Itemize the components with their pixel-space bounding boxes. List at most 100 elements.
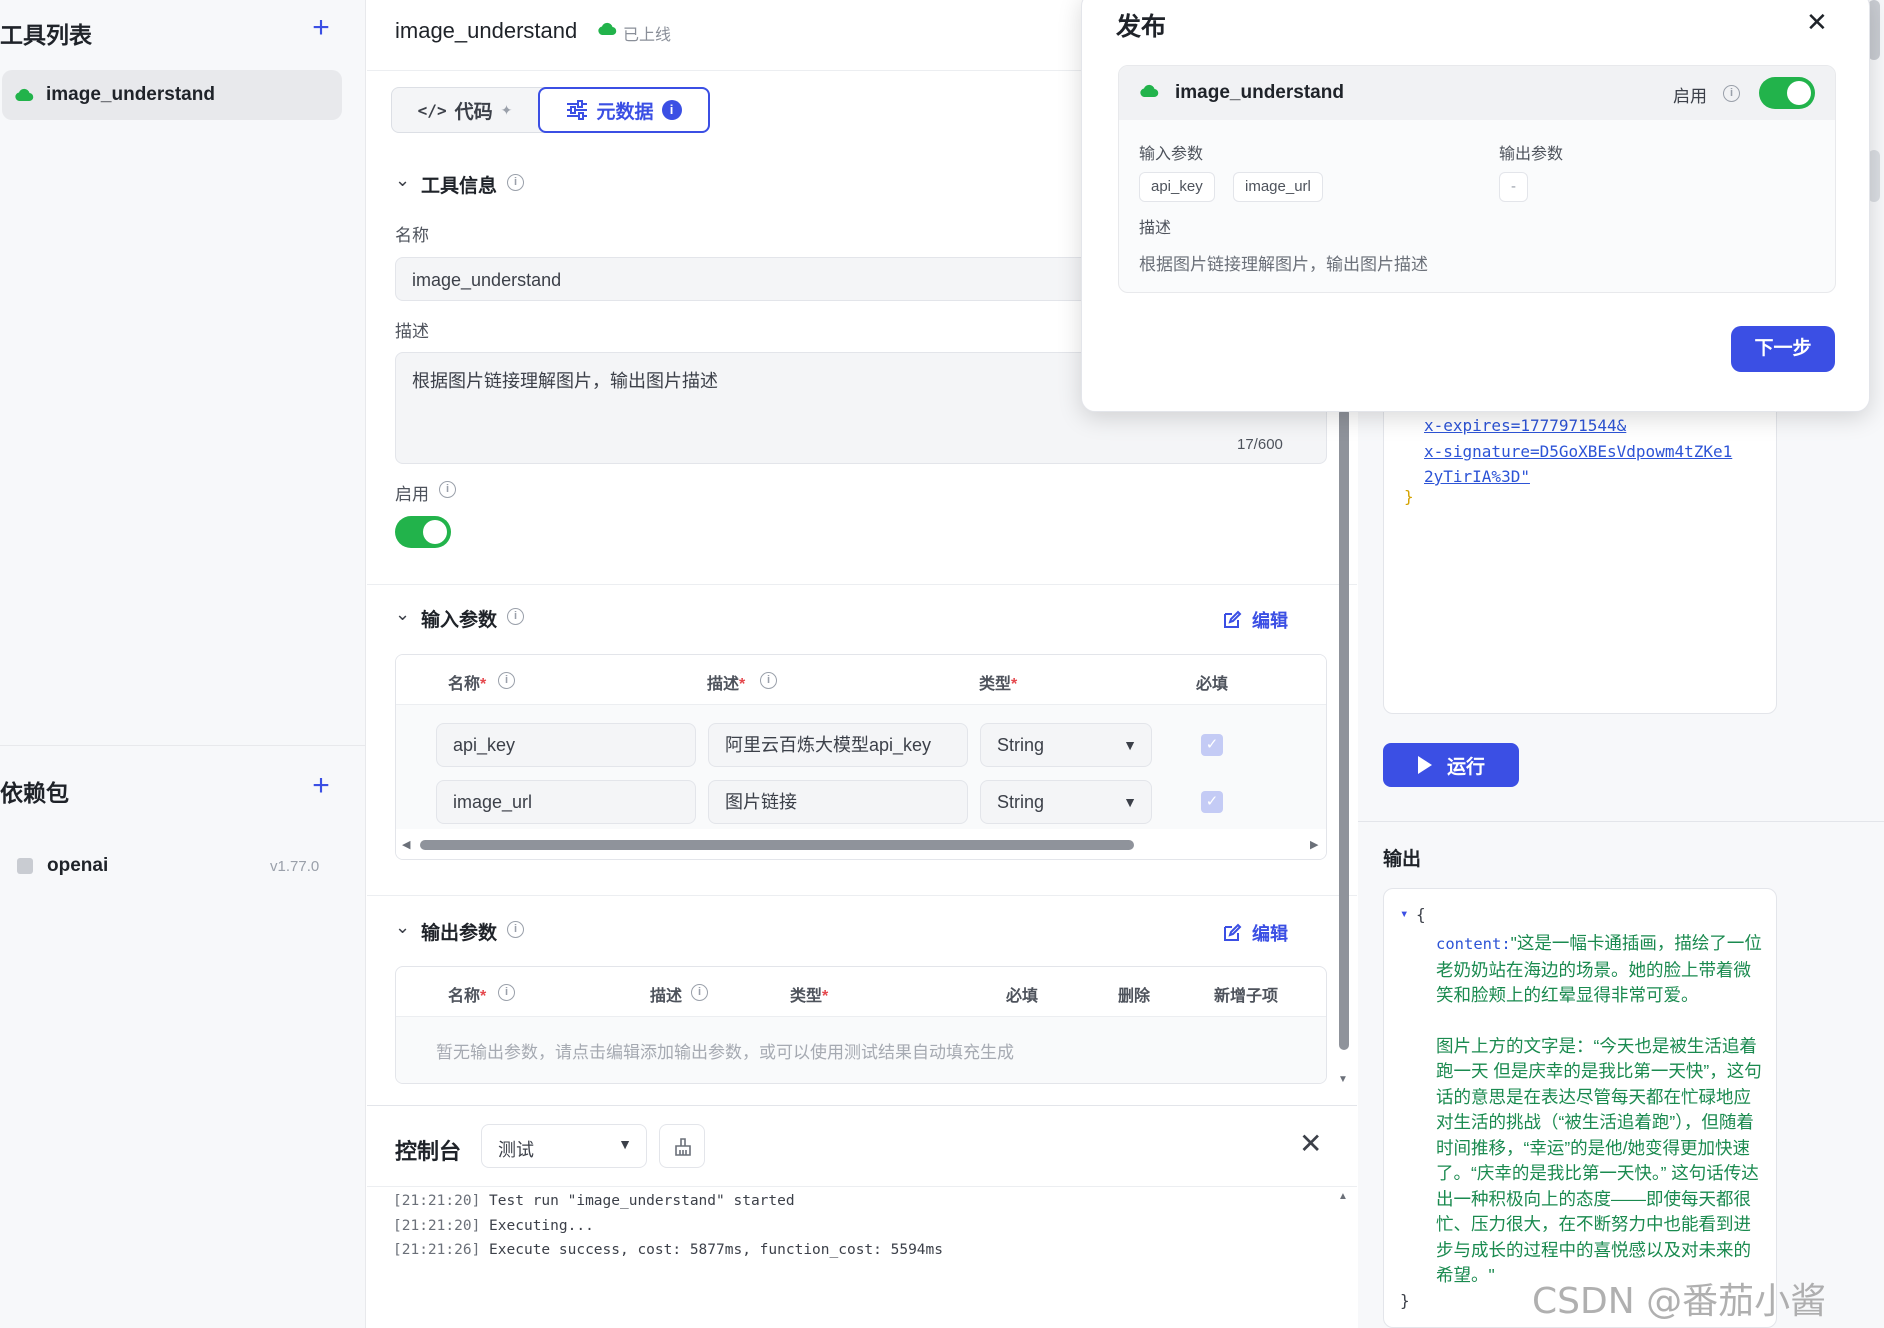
- input-params-section-header[interactable]: ⌄ 输入参数 i: [395, 604, 1135, 634]
- card-enable-toggle[interactable]: [1759, 77, 1815, 109]
- column-header-required: 必填: [1196, 676, 1229, 693]
- console-title: 控制台: [395, 1139, 462, 1164]
- close-dialog-icon[interactable]: ✕: [1806, 7, 1828, 38]
- tab-metadata[interactable]: 元数据 i: [538, 87, 710, 133]
- json-value-lines: x-expires=1777971544& x-signature=D5GoXB…: [1424, 413, 1732, 490]
- view-tabs: </> 代码 ✦ 元数据 i: [391, 87, 710, 133]
- run-button[interactable]: 运行: [1383, 743, 1519, 787]
- param-type-value: String: [997, 792, 1045, 812]
- publish-dialog: 发布 ✕ image_understand 启用 i 输入参数 输出参数 api…: [1081, 0, 1870, 412]
- collapse-toggle-icon[interactable]: ▾: [1400, 906, 1408, 922]
- cloud-online-icon: [1139, 84, 1159, 98]
- tab-code[interactable]: </> 代码 ✦: [392, 88, 538, 132]
- log-line: [21:21:20] Test run "image_understand" s…: [393, 1193, 795, 1209]
- column-header-add-child: 新增子项: [1214, 988, 1279, 1005]
- tool-list-item[interactable]: image_understand: [2, 70, 342, 120]
- table-row: image_url 图片链接 String ▼ ✓: [396, 762, 1326, 824]
- param-desc-input[interactable]: 图片链接: [708, 780, 968, 824]
- param-name-input[interactable]: api_key: [436, 723, 696, 767]
- char-count: 17/600: [1237, 436, 1283, 453]
- info-icon: i: [1723, 85, 1740, 102]
- edit-icon: [1222, 610, 1242, 630]
- column-header-desc: 描述*: [707, 676, 746, 693]
- info-badge-icon: i: [661, 100, 682, 120]
- tool-title: image_understand: [395, 18, 578, 43]
- scroll-left-icon: ◀: [402, 839, 411, 851]
- json-open-brace: {: [1416, 905, 1426, 924]
- cloud-online-icon: [14, 88, 34, 102]
- add-dependency-icon[interactable]: +: [308, 771, 334, 801]
- output-params-table: 名称* i 描述 i 类型* 必填 删除 新增子项 暂无输出参数，请点击编辑添加…: [395, 966, 1327, 1084]
- tool-summary-card: image_understand 启用 i 输入参数 输出参数 api_key …: [1118, 65, 1836, 293]
- code-icon: </>: [417, 100, 447, 120]
- json-close-brace: }: [1400, 1291, 1410, 1310]
- table-header: 名称* i 描述 i 类型* 必填 删除 新增子项: [396, 967, 1326, 1017]
- output-params-section-header[interactable]: ⌄ 输出参数 i: [395, 917, 1135, 947]
- enable-toggle[interactable]: [395, 516, 451, 548]
- chevron-down-icon: ▼: [1123, 737, 1137, 753]
- column-header-desc: 描述: [650, 988, 683, 1005]
- param-name-input[interactable]: image_url: [436, 780, 696, 824]
- info-icon: i: [507, 921, 524, 938]
- deps-title: 依赖包: [0, 780, 69, 806]
- run-label: 运行: [1446, 756, 1485, 778]
- required-checkbox[interactable]: ✓: [1201, 734, 1223, 756]
- edit-icon: [1222, 923, 1242, 943]
- table-body: 暂无输出参数，请点击编辑添加输出参数，或可以使用测试结果自动填充生成: [396, 1017, 1326, 1083]
- tools-list-title: 工具列表: [0, 22, 92, 48]
- output-key: content:: [1436, 935, 1511, 953]
- output-title: 输出: [1383, 849, 1422, 870]
- description-text: 根据图片链接理解图片，输出图片描述: [412, 371, 718, 391]
- dependency-name: openai: [47, 855, 109, 876]
- output-divider: [1358, 821, 1884, 822]
- info-icon: i: [760, 672, 777, 689]
- watermark: CSDN @番茄小酱001: [1532, 1281, 1827, 1328]
- edit-input-params-button[interactable]: 编辑: [1222, 607, 1288, 633]
- table-body: api_key 阿里云百炼大模型api_key String ▼ ✓ image…: [396, 705, 1326, 829]
- input-param-chip: api_key: [1139, 172, 1215, 202]
- clear-console-button[interactable]: [659, 1124, 705, 1168]
- add-tool-icon[interactable]: +: [308, 13, 334, 43]
- status-text: 已上线: [623, 27, 672, 44]
- column-header-delete: 删除: [1118, 988, 1151, 1005]
- tool-list-item-label: image_understand: [46, 84, 215, 105]
- card-output-label: 输出参数: [1499, 146, 1564, 163]
- tool-info-title: 工具信息: [421, 176, 498, 197]
- param-type-select[interactable]: String ▼: [980, 780, 1152, 824]
- play-icon: [1417, 755, 1433, 775]
- table-row: api_key 阿里云百炼大模型api_key String ▼ ✓: [396, 705, 1326, 767]
- json-line: x-expires=1777971544&: [1424, 416, 1627, 435]
- output-content: content:"这是一幅卡通插画，描绘了一位老奶奶站在海边的场景。她的脸上带着…: [1436, 931, 1766, 1289]
- console-mode-select[interactable]: 测试 ▼: [481, 1124, 647, 1168]
- card-input-label: 输入参数: [1139, 146, 1204, 163]
- edit-label: 编辑: [1252, 611, 1288, 631]
- param-desc-input[interactable]: 阿里云百炼大模型api_key: [708, 723, 968, 767]
- input-json-editor[interactable]: x-expires=1777971544& x-signature=D5GoXB…: [1383, 380, 1777, 714]
- description-label: 描述: [395, 322, 429, 341]
- section-divider: [367, 584, 1357, 585]
- column-header-name: 名称*: [448, 676, 487, 693]
- close-console-icon[interactable]: ✕: [1299, 1130, 1322, 1158]
- dialog-title: 发布: [1116, 13, 1167, 41]
- console-mode-value: 测试: [498, 1140, 534, 1160]
- input-params-table: 名称* i 描述* i 类型* 必填 api_key 阿里云百炼大模型api_k…: [395, 654, 1327, 860]
- package-icon: [17, 858, 33, 874]
- dependency-item[interactable]: openai v1.77.0: [0, 850, 340, 884]
- scroll-right-icon: ▶: [1310, 839, 1319, 851]
- column-header-required: 必填: [1006, 988, 1039, 1005]
- table-header: 名称* i 描述* i 类型* 必填: [396, 655, 1326, 705]
- sparkle-icon: ✦: [500, 101, 513, 118]
- card-enable-label: 启用: [1673, 87, 1707, 106]
- section-divider: [367, 895, 1357, 896]
- next-step-button[interactable]: 下一步: [1731, 326, 1835, 372]
- console-divider: [367, 1105, 1357, 1106]
- param-type-select[interactable]: String ▼: [980, 723, 1152, 767]
- scrollbar-thumb[interactable]: [420, 840, 1134, 850]
- edit-output-params-button[interactable]: 编辑: [1222, 920, 1288, 946]
- card-desc-label: 描述: [1139, 220, 1172, 237]
- chevron-down-icon: ▼: [1123, 794, 1137, 810]
- json-closing-brace: }: [1404, 487, 1414, 506]
- horizontal-scrollbar[interactable]: ◀ ▶: [396, 831, 1326, 859]
- vertical-scrollbar-thumb[interactable]: [1339, 408, 1349, 1050]
- required-checkbox[interactable]: ✓: [1201, 791, 1223, 813]
